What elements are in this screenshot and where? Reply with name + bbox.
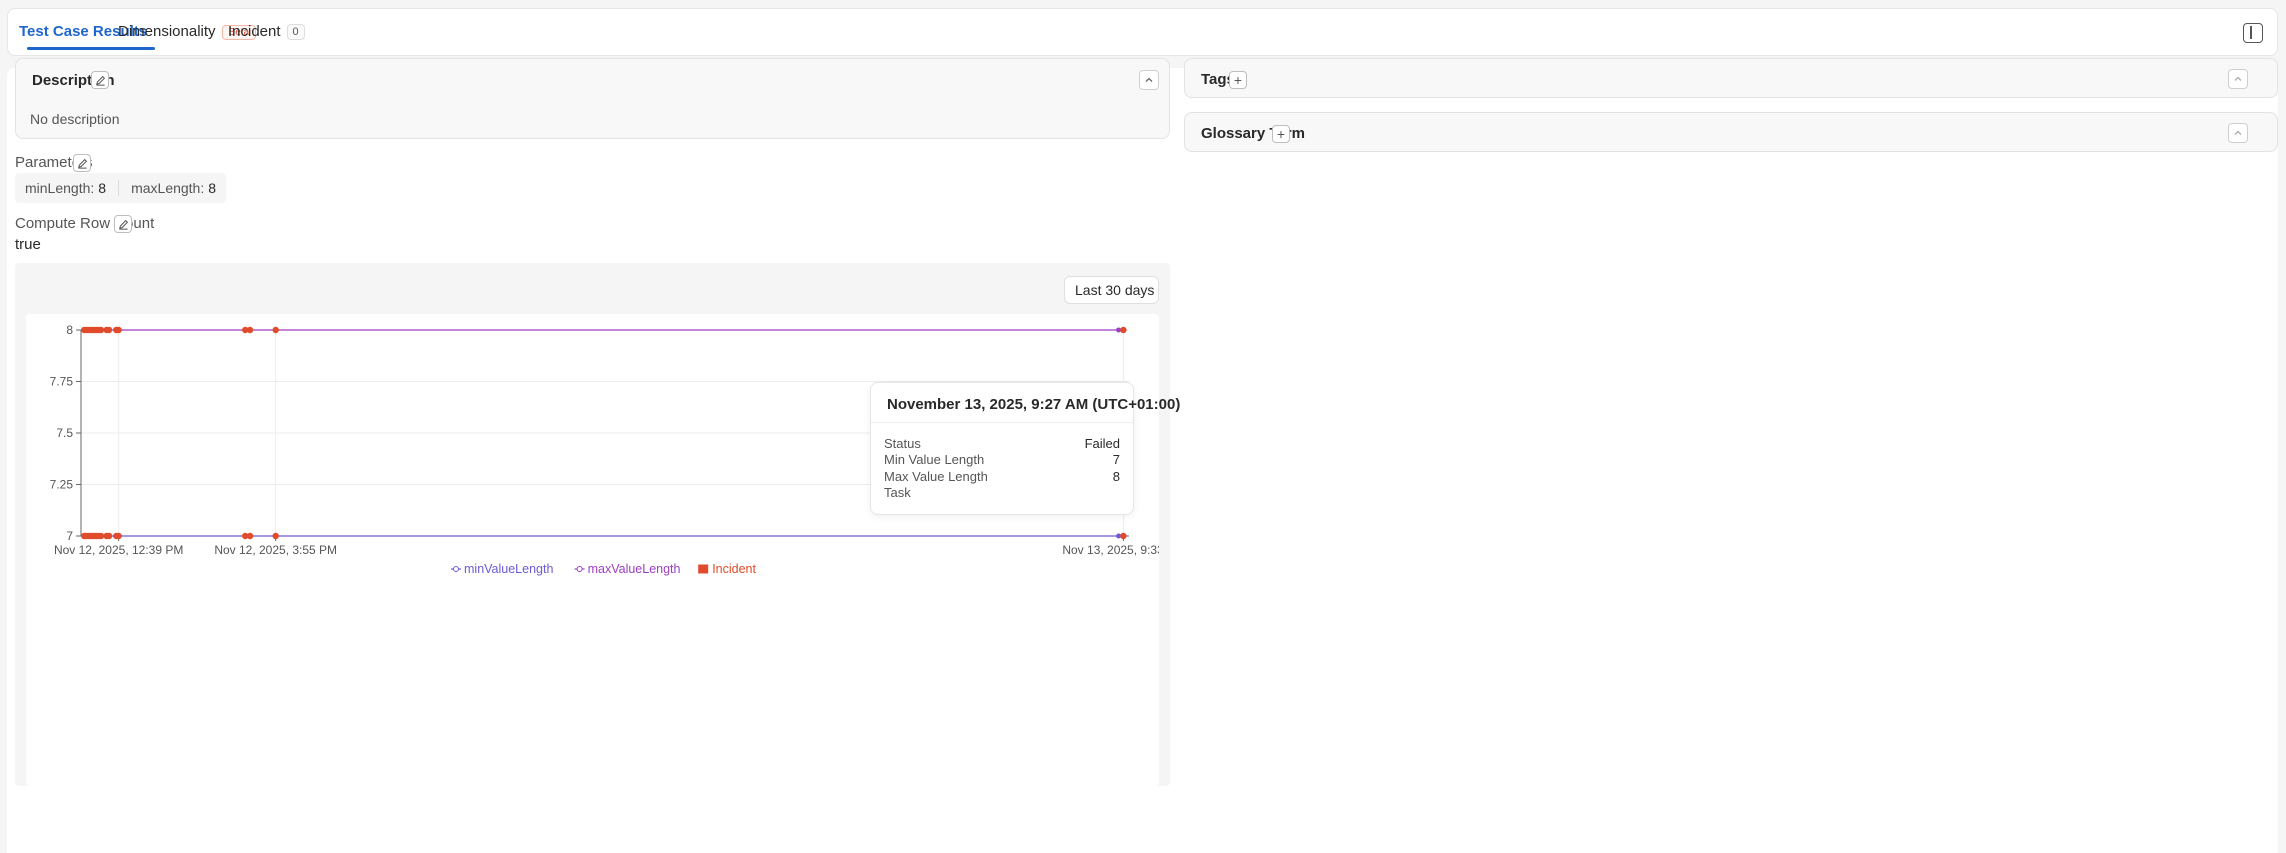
tab-incident-label: Incident bbox=[228, 23, 281, 40]
tooltip-row-max-value-length: Max Value Length 8 bbox=[884, 469, 1120, 484]
legend-marker-incident bbox=[698, 564, 709, 574]
edit-compute-row-count-icon[interactable] bbox=[114, 215, 132, 233]
collapse-tags-icon[interactable] bbox=[2228, 69, 2248, 89]
tooltip-task-label: Task bbox=[884, 485, 911, 500]
tooltip-divider bbox=[871, 422, 1133, 423]
incident-marker bbox=[105, 532, 113, 540]
panel-toggle-icon[interactable] bbox=[2243, 23, 2263, 43]
incident-marker bbox=[246, 326, 254, 334]
y-tick-label: 8 bbox=[66, 323, 73, 337]
x-tick-label: Nov 12, 2025, 3:55 PM bbox=[214, 543, 337, 557]
incident-marker bbox=[97, 532, 105, 540]
incident-marker bbox=[272, 532, 279, 540]
y-tick-label: 7.5 bbox=[56, 426, 73, 440]
edit-parameters-icon[interactable] bbox=[73, 154, 91, 172]
tooltip-max-label: Max Value Length bbox=[884, 469, 988, 484]
incident-marker bbox=[97, 326, 105, 334]
param-min-length-name: minLength: bbox=[25, 180, 95, 196]
y-tick-label: 7 bbox=[66, 529, 73, 543]
legend-label-maxValueLength: maxValueLength bbox=[588, 562, 681, 576]
add-glossary-term-icon[interactable]: + bbox=[1272, 125, 1290, 143]
tooltip-min-label: Min Value Length bbox=[884, 452, 985, 467]
tooltip-row-task: Task bbox=[884, 485, 1120, 500]
incident-marker bbox=[115, 326, 122, 334]
main-content: Description No description Parameters mi… bbox=[7, 58, 2278, 853]
y-tick-label: 7.75 bbox=[50, 375, 74, 389]
incident-count-badge: 0 bbox=[286, 24, 305, 40]
tooltip-row-status: Status Failed bbox=[884, 436, 1120, 451]
active-tab-indicator bbox=[27, 47, 155, 50]
param-max-length-name: maxLength: bbox=[131, 180, 205, 196]
incident-marker bbox=[246, 532, 254, 540]
legend-label-incident: Incident bbox=[712, 562, 756, 576]
param-divider bbox=[118, 180, 120, 196]
description-card: Description No description bbox=[15, 58, 1170, 139]
y-tick-label: 7.25 bbox=[50, 478, 74, 492]
param-min-length-value: 8 bbox=[98, 180, 107, 196]
edit-description-icon[interactable] bbox=[91, 71, 109, 89]
tab-incident[interactable]: Incident 0 bbox=[228, 23, 305, 40]
glossary-term-card: Glossary Term + bbox=[1184, 112, 2278, 152]
incident-marker bbox=[115, 532, 122, 540]
legend-marker-maxValueLength bbox=[576, 566, 583, 572]
param-max-length-value: 8 bbox=[208, 180, 217, 196]
collapse-description-icon[interactable] bbox=[1139, 70, 1159, 90]
tooltip-min-value: 7 bbox=[1112, 452, 1120, 467]
compute-row-count-value: true bbox=[15, 236, 41, 253]
tooltip-status-value: Failed bbox=[1084, 436, 1120, 451]
tab-dimensionality-label: Dimensionality bbox=[118, 23, 216, 40]
tooltip-status-label: Status bbox=[884, 436, 921, 451]
x-tick-label: Nov 12, 2025, 12:39 PM bbox=[54, 543, 183, 557]
add-tag-icon[interactable]: + bbox=[1229, 71, 1247, 89]
incident-marker bbox=[105, 326, 113, 334]
collapse-glossary-term-icon[interactable] bbox=[2228, 123, 2248, 143]
chart-container: Last 30 days 7 7.25 7.5 7.75 8 Nov 12, 2025, … bbox=[15, 263, 1184, 786]
description-text: No description bbox=[30, 111, 120, 127]
date-range-select[interactable]: Last 30 days bbox=[1064, 276, 1159, 304]
tooltip-row-min-value-length: Min Value Length 7 bbox=[884, 452, 1120, 467]
parameters-list: minLength: 8 maxLength: 8 bbox=[15, 173, 227, 203]
chart-tooltip: November 13, 2025, 9:27 AM (UTC+01:00) S… bbox=[870, 382, 1180, 515]
date-range-label: Last 30 days bbox=[1075, 282, 1155, 298]
compute-row-count-title: Compute Row Count bbox=[15, 215, 155, 232]
x-tick-label: Nov 13, 2025, 9:33 AM bbox=[1062, 543, 1159, 557]
legend-marker-minValueLength bbox=[453, 566, 459, 572]
tooltip-title: November 13, 2025, 9:27 AM (UTC+01:00) bbox=[887, 396, 1181, 413]
incident-marker bbox=[272, 326, 279, 334]
tags-card: Tags + bbox=[1184, 58, 2278, 98]
legend-label-minValueLength: minValueLength bbox=[464, 562, 553, 576]
incident-marker bbox=[1120, 532, 1127, 540]
incident-marker bbox=[1120, 326, 1127, 334]
tab-bar: Test Case Results Dimensionality Beta Inc… bbox=[7, 8, 2278, 56]
tooltip-max-value: 8 bbox=[1112, 469, 1120, 484]
